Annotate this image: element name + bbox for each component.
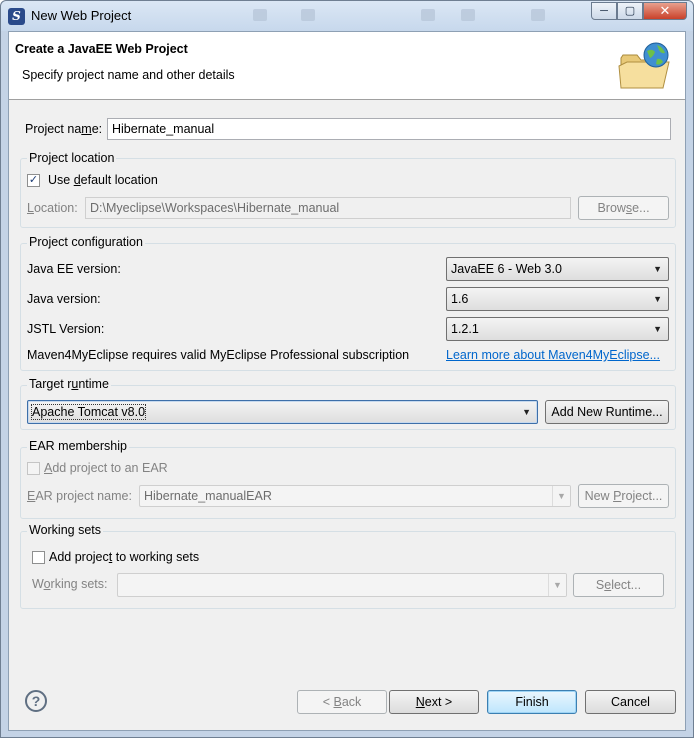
new-web-project-window: S New Web Project ─ ▢ ✕ Create a JavaEE … [0,0,694,738]
select-working-sets-button[interactable]: Select... [573,573,664,597]
new-ear-project-button[interactable]: New Project... [578,484,669,508]
chevron-down-icon: ▼ [522,407,531,417]
window-controls: ─ ▢ ✕ [591,2,687,20]
window-title: New Web Project [31,8,132,23]
browse-button[interactable]: Browse... [578,196,669,220]
toolbar-ghost-icon [531,9,545,21]
dialog-client-area: Create a JavaEE Web Project Specify proj… [8,31,686,731]
chevron-down-icon: ▼ [653,264,662,274]
java-version-label: Java version: [27,292,101,306]
cancel-button[interactable]: Cancel [585,690,676,714]
location-input[interactable]: D:\Myeclipse\Workspaces\Hibernate_manual [85,197,571,219]
use-default-location-checkbox[interactable]: ✓ [27,174,40,187]
add-to-ear-checkbox[interactable] [27,462,40,475]
jstl-version-value: 1.2.1 [451,322,479,336]
chevron-down-icon: ▼ [552,486,570,506]
add-to-ear-label[interactable]: Add project to an EAR [44,461,168,475]
javaee-version-select[interactable]: JavaEE 6 - Web 3.0 ▼ [446,257,669,281]
wizard-banner: Create a JavaEE Web Project Specify proj… [9,32,685,100]
working-sets-label: Working sets: [32,577,108,591]
location-label: Location: [27,201,78,215]
next-button[interactable]: Next > [389,690,479,714]
project-name-input[interactable]: Hibernate_manual [107,118,671,140]
ear-project-name-value: Hibernate_manualEAR [144,489,272,503]
close-button[interactable]: ✕ [643,2,687,20]
target-runtime-value: Apache Tomcat v8.0 [30,404,147,420]
jstl-version-select[interactable]: 1.2.1 ▼ [446,317,669,341]
help-icon[interactable]: ? [25,690,47,712]
maximize-button[interactable]: ▢ [617,2,643,20]
toolbar-ghost-icon [301,9,315,21]
chevron-down-icon: ▼ [653,324,662,334]
minimize-button[interactable]: ─ [591,2,617,20]
myeclipse-app-icon: S [8,8,25,25]
learn-more-maven-link[interactable]: Learn more about Maven4MyEclipse... [446,348,669,362]
title-bar[interactable]: S New Web Project ─ ▢ ✕ [1,1,693,31]
project-location-title: Project location [27,151,117,165]
target-runtime-select[interactable]: Apache Tomcat v8.0 ▼ [27,400,538,424]
toolbar-ghost-icon [461,9,475,21]
javaee-version-label: Java EE version: [27,262,121,276]
finish-button[interactable]: Finish [487,690,577,714]
add-new-runtime-button[interactable]: Add New Runtime... [545,400,669,424]
ear-membership-group [20,447,676,519]
jstl-version-label: JSTL Version: [27,322,105,336]
ear-membership-title: EAR membership [27,439,129,453]
java-version-value: 1.6 [451,292,469,306]
use-default-location-label[interactable]: Use default location [48,173,158,187]
working-sets-group [20,531,676,609]
project-name-label: Project name: [25,122,103,136]
javaee-version-value: JavaEE 6 - Web 3.0 [451,262,562,276]
chevron-down-icon: ▼ [653,294,662,304]
add-to-working-sets-label[interactable]: Add project to working sets [49,550,199,564]
toolbar-ghost-icon [253,9,267,21]
java-version-select[interactable]: 1.6 ▼ [446,287,669,311]
back-button[interactable]: < Back [297,690,387,714]
maven-subscription-note: Maven4MyEclipse requires valid MyEclipse… [27,348,410,362]
ear-project-name-combo[interactable]: Hibernate_manualEAR ▼ [139,485,571,507]
chevron-down-icon: ▼ [548,574,566,596]
web-project-folder-icon [618,42,670,89]
working-sets-title: Working sets [27,523,104,537]
target-runtime-title: Target runtime [27,377,111,391]
working-sets-combo[interactable]: ▼ [117,573,567,597]
banner-title: Create a JavaEE Web Project [15,42,188,56]
ear-project-name-label: EAR project name: [27,489,132,503]
toolbar-ghost-icon [421,9,435,21]
project-configuration-title: Project configuration [27,235,145,249]
banner-subtitle: Specify project name and other details [22,68,235,82]
add-to-working-sets-checkbox[interactable] [32,551,45,564]
